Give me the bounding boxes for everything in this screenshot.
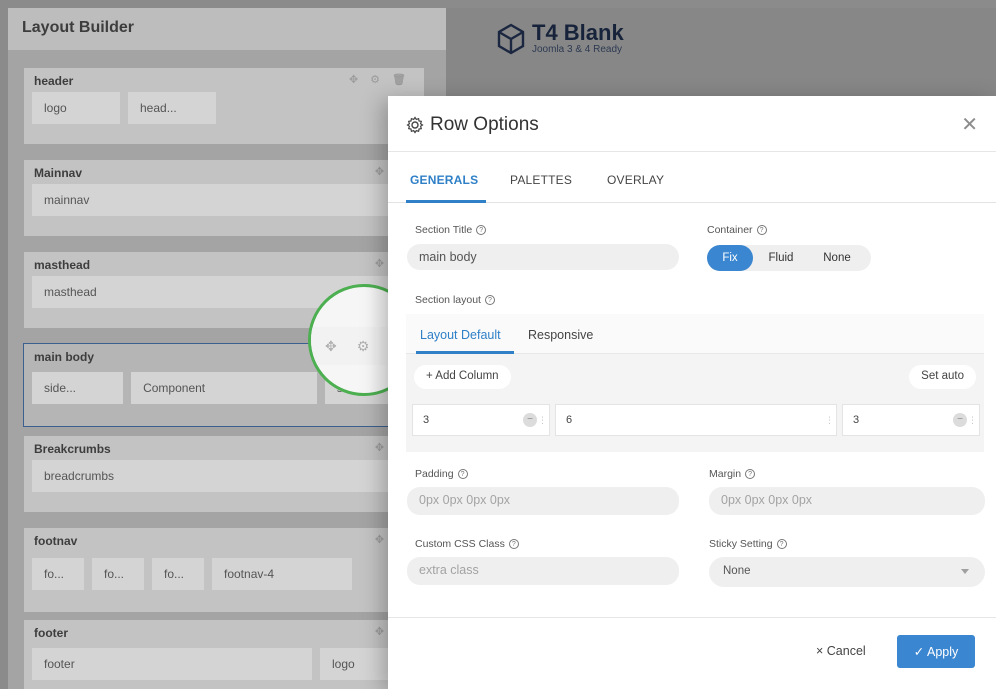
column[interactable]: fo...: [32, 558, 84, 590]
tab-layout-default[interactable]: Layout Default: [420, 328, 501, 342]
move-icon[interactable]: ✥: [375, 625, 384, 638]
section-title: footer: [34, 626, 68, 640]
help-icon: ?: [457, 469, 468, 479]
column[interactable]: footer: [32, 648, 312, 680]
custom-css-input[interactable]: extra class: [407, 557, 679, 585]
container-toggle: Fix Fluid None: [707, 245, 871, 271]
section-footer[interactable]: footer ✥⚙ footer logo: [24, 620, 424, 689]
move-icon[interactable]: ✥: [375, 165, 384, 178]
move-icon[interactable]: ✥: [325, 338, 337, 355]
trash-icon[interactable]: 🗑: [392, 73, 406, 86]
column[interactable]: footnav-4: [212, 558, 352, 590]
move-icon[interactable]: ✥: [375, 257, 384, 270]
padding-input[interactable]: 0px 0px 0px 0px: [407, 487, 679, 515]
column[interactable]: logo: [32, 92, 120, 124]
help-icon: ?: [476, 225, 487, 235]
container-fix-button[interactable]: Fix: [707, 245, 753, 271]
tab-overlay[interactable]: OVERLAY: [607, 173, 664, 187]
help-icon: ?: [776, 539, 787, 549]
column-width-input[interactable]: 6 ⋮: [555, 404, 837, 436]
container-none-button[interactable]: None: [809, 245, 865, 271]
section-title: Mainnav: [34, 166, 83, 180]
section-title-label: Section Title?: [415, 224, 487, 236]
tab-palettes[interactable]: PALETTES: [510, 173, 572, 187]
section-title: footnav: [34, 534, 78, 548]
column[interactable]: head...: [128, 92, 216, 124]
column[interactable]: Component: [131, 372, 317, 404]
margin-label: Margin?: [709, 468, 756, 480]
sticky-setting-label: Sticky Setting?: [709, 538, 787, 550]
tab-active-indicator: [416, 351, 514, 354]
move-icon[interactable]: ✥: [375, 441, 384, 454]
section-footnav[interactable]: footnav ✥⚙ fo... fo... fo... footnav-4: [24, 528, 424, 612]
column-width-input[interactable]: 3 − ⋮: [842, 404, 980, 436]
help-icon: ?: [745, 469, 756, 479]
help-icon: ?: [756, 225, 767, 235]
resize-handle-icon[interactable]: ⋮: [825, 415, 834, 426]
section-layout-panel: Layout Default Responsive + Add Column S…: [406, 314, 984, 452]
section-breakcrumbs[interactable]: Breakcrumbs ✥⚙ breadcrumbs: [24, 436, 424, 512]
column[interactable]: fo...: [152, 558, 204, 590]
layout-builder-title: Layout Builder: [8, 8, 446, 50]
brand-subtitle: Joomla 3 & 4 Ready: [532, 44, 623, 55]
padding-label: Padding?: [415, 468, 468, 480]
modal-footer: × Cancel ✓ Apply: [388, 617, 996, 689]
chevron-down-icon: [961, 569, 969, 574]
column[interactable]: side...: [32, 372, 124, 404]
row-options-modal: Row Options ✕ GENERALS PALETTES OVERLAY …: [388, 96, 996, 689]
move-icon[interactable]: ✥: [349, 73, 358, 86]
column[interactable]: mainnav: [32, 184, 416, 216]
gear-icon[interactable]: ⚙: [357, 338, 370, 355]
section-header[interactable]: header ✥ ⚙ 🗑 logo head...: [24, 68, 424, 144]
sticky-setting-select[interactable]: None: [709, 557, 985, 587]
gear-icon: [406, 116, 424, 134]
section-title: Breakcrumbs: [34, 442, 111, 456]
cube-icon: [497, 23, 525, 54]
apply-button[interactable]: ✓ Apply: [897, 635, 975, 668]
modal-tabs: GENERALS PALETTES OVERLAY: [388, 153, 996, 203]
close-icon[interactable]: ✕: [961, 112, 978, 137]
resize-handle-icon[interactable]: ⋮: [968, 415, 977, 426]
brand-logo: T4 Blank Joomla 3 & 4 Ready: [496, 22, 624, 55]
section-mainnav[interactable]: Mainnav ✥⚙ mainnav: [24, 160, 424, 236]
tab-active-indicator: [406, 200, 486, 203]
column-width-input[interactable]: 3 − ⋮: [412, 404, 550, 436]
brand-title: T4 Blank: [532, 20, 624, 45]
set-auto-button[interactable]: Set auto: [909, 365, 976, 389]
help-icon: ?: [484, 295, 495, 305]
column[interactable]: breadcrumbs: [32, 460, 416, 492]
modal-title: Row Options: [430, 114, 539, 135]
help-icon: ?: [508, 539, 519, 549]
remove-column-icon[interactable]: −: [523, 413, 537, 427]
container-fluid-button[interactable]: Fluid: [753, 245, 809, 271]
gear-icon[interactable]: ⚙: [370, 73, 380, 86]
tab-generals[interactable]: GENERALS: [410, 173, 478, 187]
section-title: main body: [34, 350, 95, 364]
resize-handle-icon[interactable]: ⋮: [538, 415, 547, 426]
section-title-input[interactable]: main body: [407, 244, 679, 270]
container-label: Container?: [707, 224, 767, 236]
section-title: header: [34, 74, 74, 88]
margin-input[interactable]: 0px 0px 0px 0px: [709, 487, 985, 515]
section-layout-label: Section layout?: [415, 294, 495, 306]
custom-css-label: Custom CSS Class?: [415, 538, 519, 550]
tab-responsive[interactable]: Responsive: [528, 328, 593, 342]
modal-header: Row Options ✕: [388, 96, 996, 152]
section-title: masthead: [34, 258, 91, 272]
cancel-button[interactable]: × Cancel: [816, 644, 866, 658]
remove-column-icon[interactable]: −: [953, 413, 967, 427]
add-column-button[interactable]: + Add Column: [414, 365, 511, 389]
move-icon[interactable]: ✥: [375, 533, 384, 546]
column[interactable]: fo...: [92, 558, 144, 590]
